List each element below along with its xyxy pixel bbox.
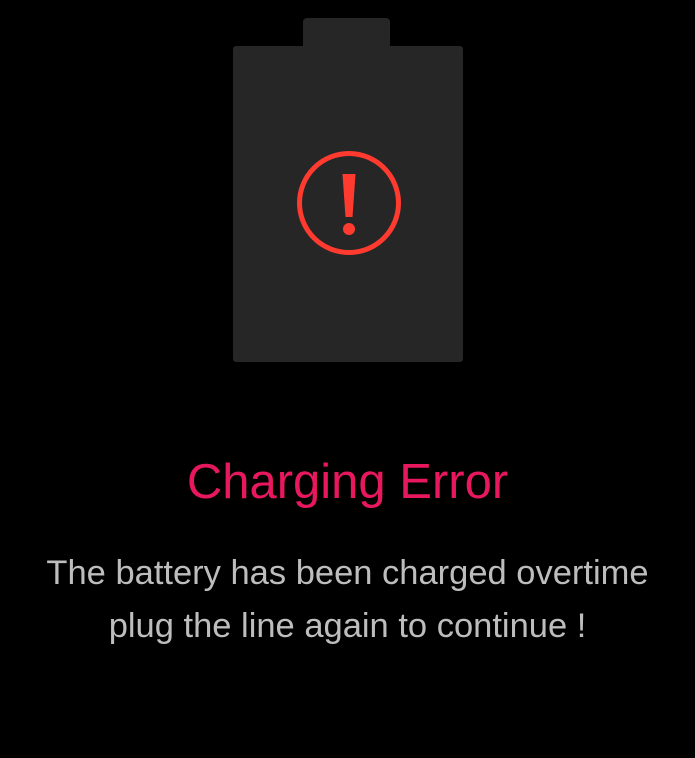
error-message-line-2: plug the line again to continue ! (108, 607, 587, 645)
battery-graphic (0, 0, 695, 400)
exclamation-circle-icon (297, 151, 401, 255)
error-message-line-1: The battery has been charged overtime (46, 554, 649, 592)
error-title: Charging Error (186, 455, 509, 509)
error-message: The battery has been charged overtime pl… (0, 547, 695, 653)
